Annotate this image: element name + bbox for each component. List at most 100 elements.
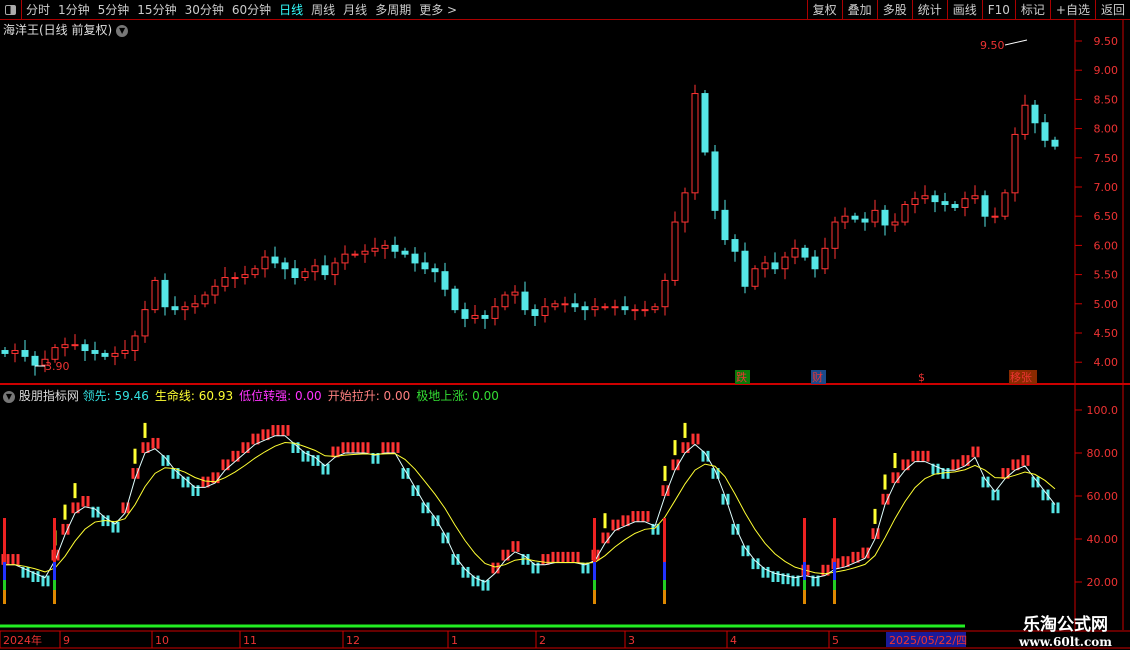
indicator-bar (541, 554, 545, 565)
candle-body (61, 344, 69, 349)
y-tick-label: 40.00 (1087, 533, 1119, 546)
indicator-bar (681, 442, 685, 453)
indicator-bar (916, 450, 920, 462)
indicator-bar (46, 575, 50, 587)
candle-body (621, 306, 629, 311)
signal-bar-blue (3, 562, 6, 580)
y-tick-label: 20.00 (1087, 576, 1119, 589)
indicator-bar (241, 442, 245, 453)
signal-bar-orange (833, 590, 836, 604)
candle-body (761, 262, 769, 270)
indicator-bar (786, 573, 790, 585)
y-tick-label: 4.00 (1094, 356, 1119, 369)
indicator-bar (1011, 459, 1015, 471)
candle-body (551, 303, 559, 308)
candle-body (471, 314, 479, 319)
indicator-bar (306, 450, 310, 462)
candle-body (711, 151, 719, 211)
indicator-bar (566, 551, 570, 563)
indicator-bar (1026, 455, 1030, 466)
signal-text: 跌 (736, 370, 747, 384)
indicator-bar (276, 425, 280, 436)
candle-body (1041, 122, 1049, 141)
candle-body (401, 250, 409, 255)
indicator-peak-bar (73, 483, 77, 499)
indicator-bar (346, 442, 350, 453)
candle-body (371, 247, 379, 252)
signal-bar-green (593, 580, 596, 590)
indicator-bar (961, 455, 965, 466)
indicator-peak-bar (683, 422, 687, 438)
high-price-label: 9.50 (980, 39, 1005, 52)
indicator-bar (391, 442, 395, 453)
candle-body (781, 256, 789, 270)
candle-body (541, 306, 549, 316)
indicator-bar (636, 511, 640, 522)
candle-body (271, 256, 279, 264)
indicator-peak-bar (873, 508, 877, 524)
indicator-bar (421, 502, 425, 514)
candle-body (611, 306, 619, 309)
date-label: 5 (832, 634, 839, 647)
indicator-bar (731, 523, 735, 535)
date-label: 2024年 (3, 633, 42, 647)
indicator-bar (556, 551, 560, 563)
candle-body (431, 268, 439, 273)
candle-body (521, 291, 529, 311)
indicator-peak-bar (893, 453, 897, 469)
indicator-peak-bar (133, 448, 137, 464)
signal-bar-blue (833, 562, 836, 580)
candle-body (791, 247, 799, 258)
indicator-bar (476, 575, 480, 587)
indicator-bar (286, 425, 290, 436)
candle-body (211, 285, 219, 296)
date-label: 1 (451, 634, 458, 647)
indicator-bar (441, 532, 445, 544)
date-label: 10 (155, 634, 169, 647)
indicator-bar (711, 468, 715, 479)
y-tick-label: 4.50 (1094, 327, 1119, 340)
candle-body (1, 350, 9, 354)
candle-body (911, 198, 919, 206)
indicator-bar (901, 459, 905, 471)
candle-body (741, 250, 749, 287)
watermark-url: www.60lt.com (1019, 635, 1112, 649)
indicator-bar (841, 556, 845, 567)
candle-body (571, 303, 579, 308)
signal-bar-green (3, 580, 6, 590)
indicator-peak-bar (663, 465, 667, 481)
signal-bar-red (833, 518, 836, 562)
indicator-bar (231, 450, 235, 462)
indicator-bar (196, 485, 200, 496)
indicator-bar (341, 442, 345, 453)
signal-bar-orange (803, 590, 806, 604)
indicator-peak-bar (673, 440, 677, 456)
indicator-bar (36, 571, 40, 582)
indicator-bar (16, 554, 20, 565)
indicator-bar (946, 468, 950, 479)
chart-canvas[interactable]: 9.50 9.00 8.50 8.00 7.50 7.00 6.50 6.00 5.50 5.00… (0, 0, 1130, 650)
watermark: 乐淘公式网 www.60lt.com (1019, 610, 1112, 649)
candle-body (151, 279, 159, 311)
indicator-bar (696, 433, 700, 445)
candle-body (321, 265, 329, 276)
candle-body (1001, 192, 1009, 217)
indicator-bar (981, 476, 985, 488)
indicator-bar (491, 562, 495, 574)
indicator-bar (71, 502, 75, 514)
indicator-bar (156, 437, 160, 449)
signal-bar-green (53, 580, 56, 590)
cursor-date: 2025/05/22/四 (889, 634, 967, 647)
indicator-bar (996, 489, 1000, 501)
candle-body (981, 195, 989, 217)
candle-body (51, 347, 59, 360)
candle-body (641, 309, 649, 312)
indicator-bar (921, 450, 925, 462)
signal-bar-orange (53, 590, 56, 604)
indicator-bar (381, 442, 385, 453)
candle-body (631, 309, 639, 312)
date-label: 12 (346, 634, 360, 647)
signal-bar-orange (3, 590, 6, 604)
indicator-bar (6, 554, 10, 565)
candle-body (411, 253, 419, 264)
